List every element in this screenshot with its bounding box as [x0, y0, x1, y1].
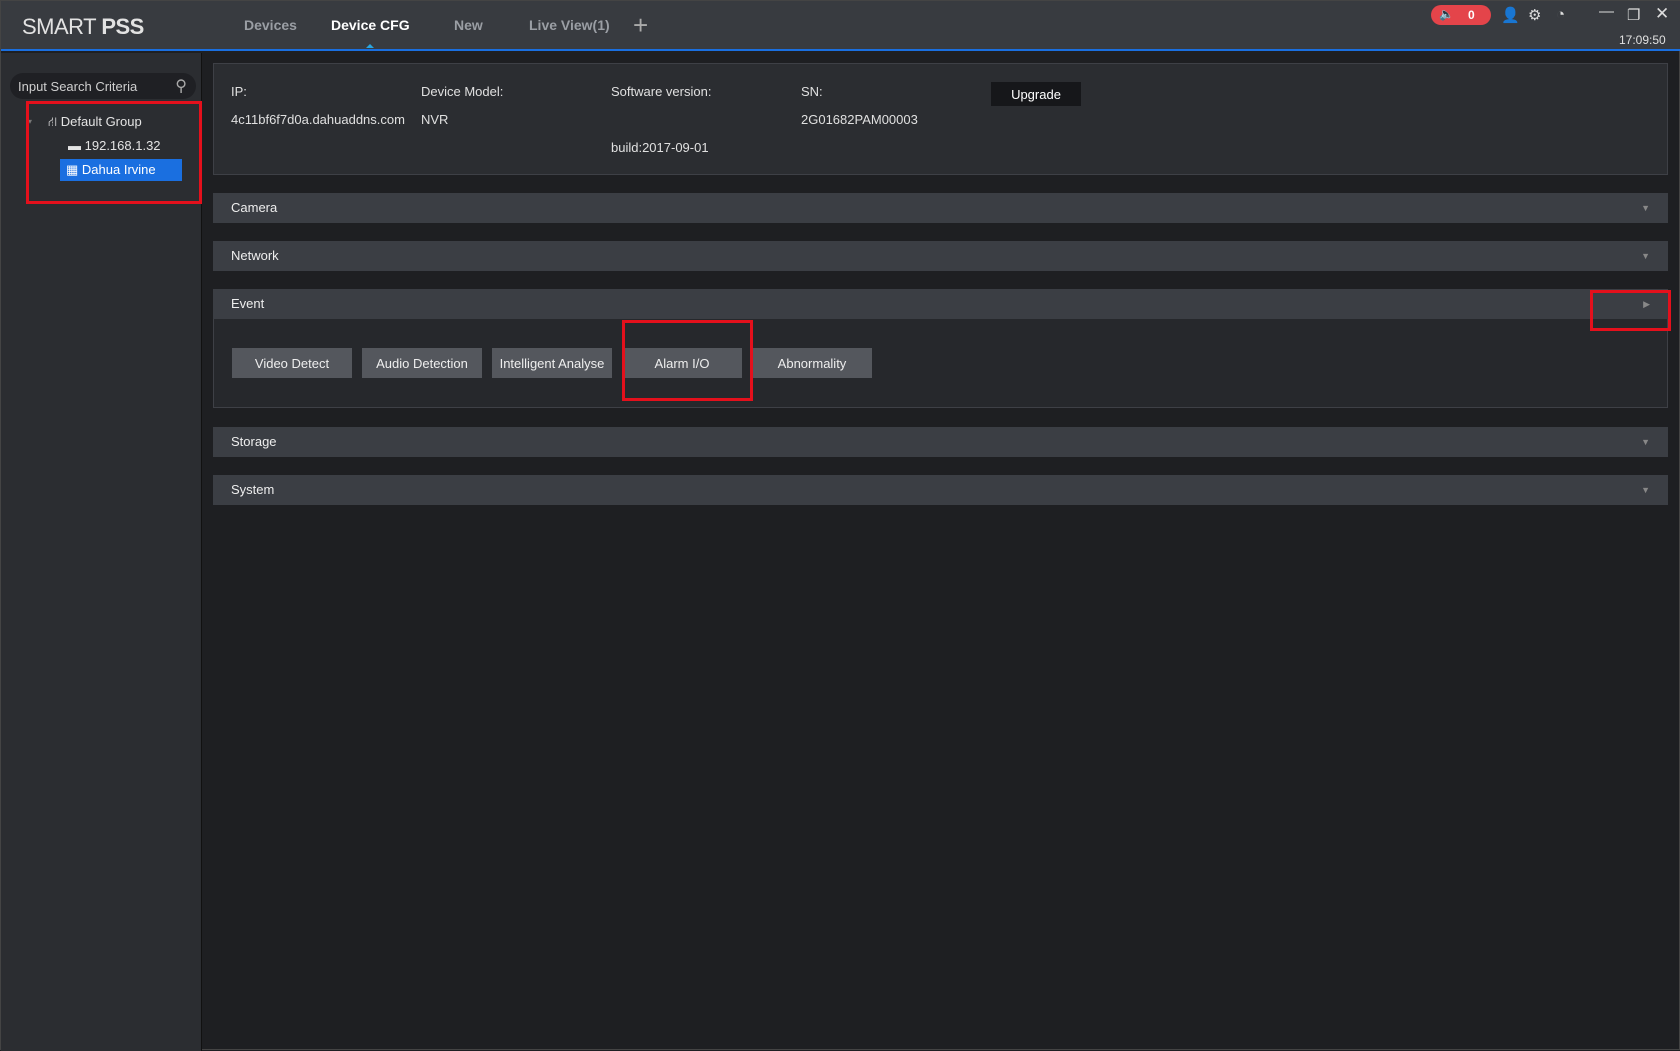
section-camera[interactable]: Camera ▼	[213, 193, 1668, 223]
ip-label: IP:	[231, 84, 247, 99]
sn-label: SN:	[801, 84, 823, 99]
software-build-value: build:2017-09-01	[611, 140, 709, 155]
tree-device-selected[interactable]: ▦ Dahua Irvine	[60, 159, 182, 181]
section-label: Event	[231, 296, 265, 311]
group-icon: ⛙	[48, 114, 58, 129]
device-info: IP: 4c11bf6f7d0a.dahuaddns.com Device Mo…	[213, 63, 1668, 175]
audio-detection-button[interactable]: Audio Detection	[362, 348, 482, 378]
section-event[interactable]: Event ▶	[213, 289, 1668, 319]
tree-device[interactable]: ▬ 192.168.1.32	[68, 135, 161, 157]
gear-icon[interactable]: ⚙	[1528, 6, 1541, 24]
alarm-count: 0	[1468, 8, 1475, 22]
speedometer-icon[interactable]: ◔	[1556, 6, 1565, 23]
chevron-right-icon: ▶	[1643, 299, 1650, 309]
software-version-label: Software version:	[611, 84, 712, 99]
chevron-down-icon: ▼	[1641, 485, 1650, 495]
section-label: Network	[231, 248, 279, 263]
upgrade-button[interactable]: Upgrade	[991, 82, 1081, 106]
search-box[interactable]: ⚲	[10, 73, 196, 99]
app-logo: SMART PSS	[22, 14, 144, 40]
section-network[interactable]: Network ▼	[213, 241, 1668, 271]
device-label: Dahua Irvine	[81, 162, 156, 177]
device-sidebar: ⚲ ▾ ⛙ Default Group ▬ 192.168.1.32 ▦ Dah…	[1, 53, 202, 1051]
section-storage[interactable]: Storage ▼	[213, 427, 1668, 457]
minimize-icon[interactable]: —	[1599, 3, 1614, 20]
speaker-icon: 🔈	[1439, 7, 1454, 21]
tab-live-view[interactable]: Live View(1)	[529, 17, 610, 33]
alarm-io-button[interactable]: Alarm I/O	[622, 348, 742, 378]
clock: 17:09:50	[1619, 33, 1666, 47]
logo-text-bold: PSS	[101, 14, 144, 39]
model-label: Device Model:	[421, 84, 504, 99]
device-label: 192.168.1.32	[84, 138, 161, 153]
abnormality-button[interactable]: Abnormality	[752, 348, 872, 378]
sn-value: 2G01682PAM00003	[801, 112, 918, 127]
add-tab-icon[interactable]: +	[633, 10, 648, 41]
section-label: System	[231, 482, 275, 497]
event-options: Video Detect Audio Detection Intelligent…	[213, 319, 1668, 408]
chevron-down-icon: ▼	[1641, 437, 1650, 447]
video-detect-button[interactable]: Video Detect	[232, 348, 352, 378]
user-icon[interactable]: 👤	[1501, 6, 1520, 24]
section-label: Storage	[231, 434, 277, 449]
search-input[interactable]	[18, 73, 168, 99]
chevron-down-icon: ▼	[1641, 203, 1650, 213]
ip-value: 4c11bf6f7d0a.dahuaddns.com	[231, 112, 405, 127]
alarm-button[interactable]: 🔈 0	[1431, 5, 1491, 25]
chevron-down-icon: ▼	[1641, 251, 1650, 261]
section-label: Camera	[231, 200, 278, 215]
model-value: NVR	[421, 112, 449, 127]
close-icon[interactable]: ✕	[1655, 4, 1669, 24]
nvr-icon: ▬	[68, 138, 81, 153]
search-icon[interactable]: ⚲	[175, 76, 187, 96]
section-system[interactable]: System ▼	[213, 475, 1668, 505]
title-bar: SMART PSS Devices Device CFG New Live Vi…	[1, 1, 1680, 51]
logo-text: SMART	[22, 14, 102, 39]
tab-device-cfg[interactable]: Device CFG	[331, 17, 410, 33]
device-icon: ▦	[66, 162, 79, 177]
group-label: Default Group	[60, 114, 142, 129]
tab-new[interactable]: New	[454, 17, 483, 33]
intelligent-analyse-button[interactable]: Intelligent Analyse	[492, 348, 612, 378]
tab-devices[interactable]: Devices	[244, 17, 297, 33]
tree-group[interactable]: ⛙ Default Group	[48, 111, 142, 133]
expand-arrow-icon[interactable]: ▾	[28, 111, 32, 133]
restore-icon[interactable]: ❐	[1627, 6, 1640, 24]
